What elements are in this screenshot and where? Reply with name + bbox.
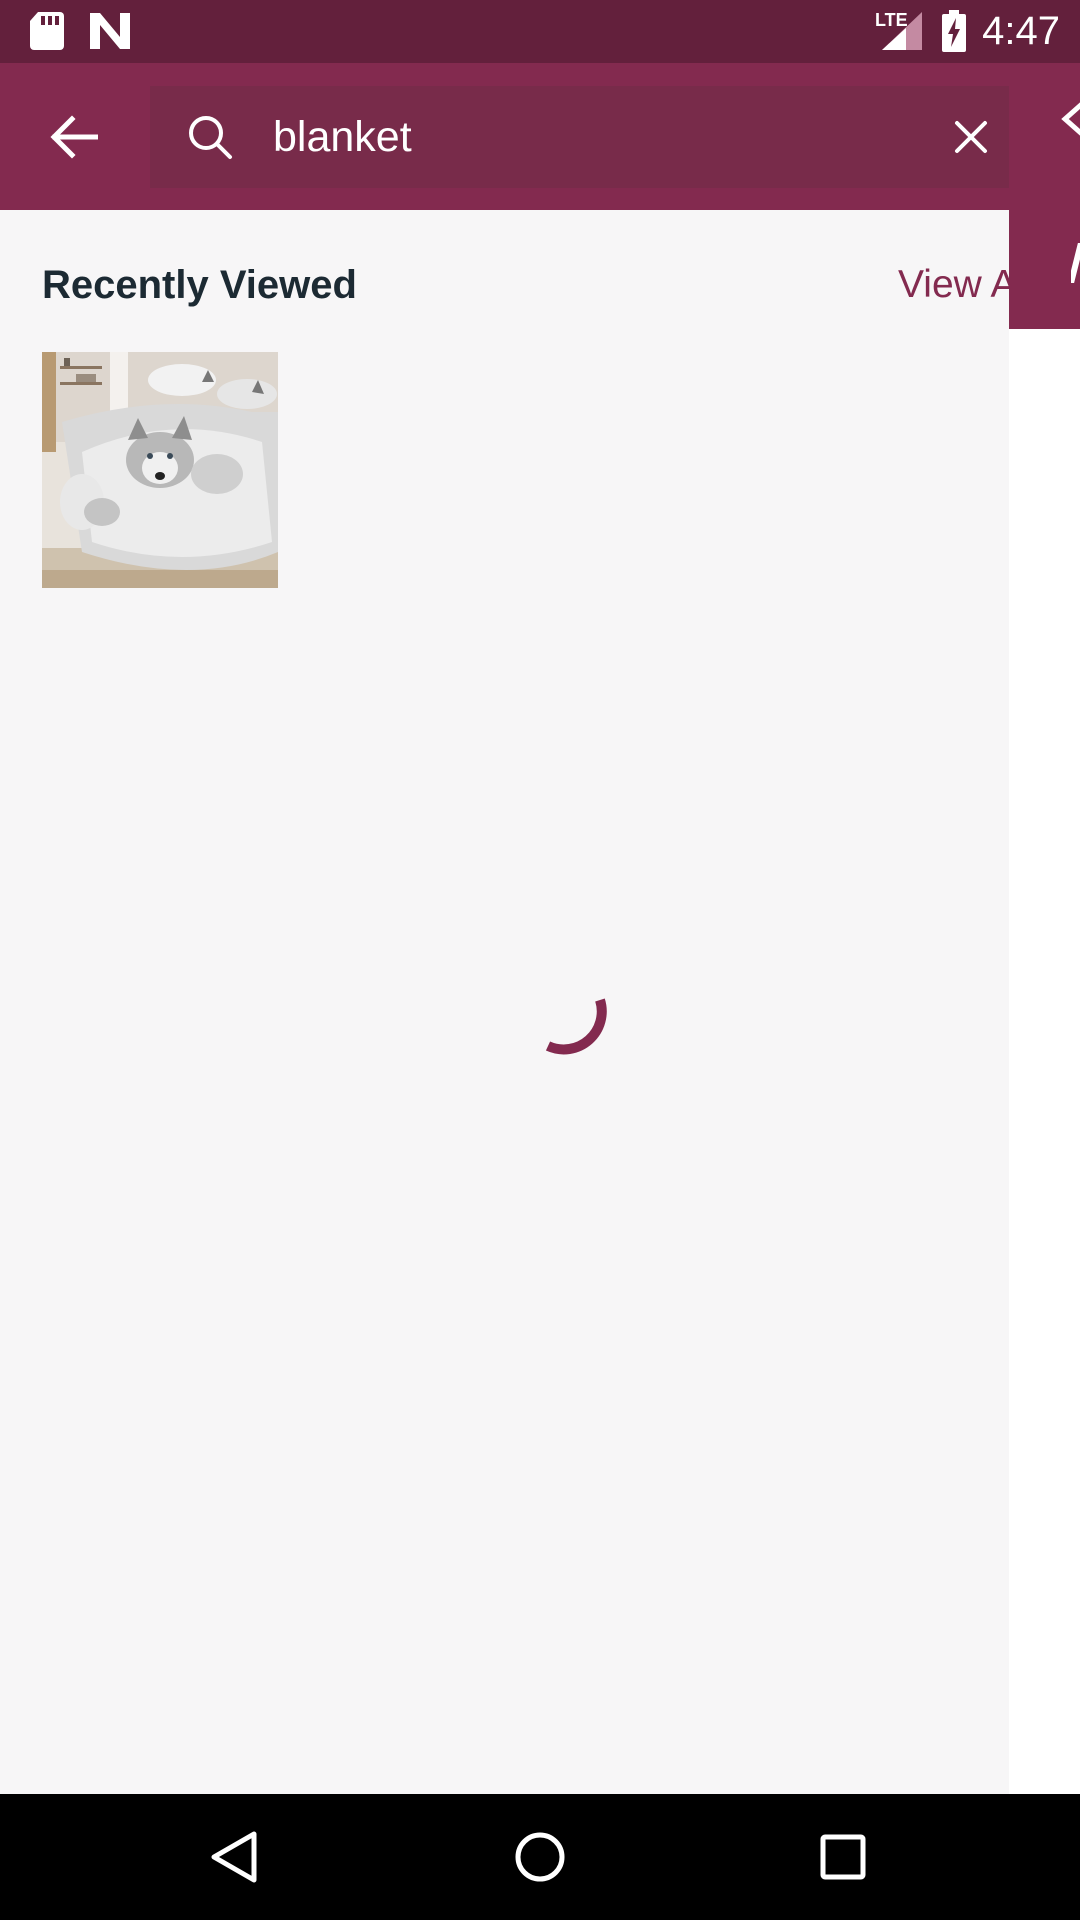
lte-signal-icon [882, 12, 922, 50]
close-icon [955, 121, 987, 153]
clock: 4:47 [982, 9, 1060, 53]
sliding-panel-edge [1009, 63, 1080, 1794]
arrow-left-icon [1061, 102, 1080, 136]
header-glyph-icon [1071, 243, 1080, 283]
back-button[interactable] [30, 93, 118, 181]
nav-recents-button[interactable] [808, 1822, 878, 1892]
n-logo-icon [90, 13, 130, 49]
clear-search-button[interactable] [940, 106, 1002, 168]
back-triangle-icon [211, 1831, 257, 1883]
search-input[interactable] [273, 86, 873, 188]
system-navigation-bar [0, 1794, 1080, 1920]
search-app-bar [0, 63, 1010, 210]
arrow-left-icon [50, 115, 98, 159]
sliding-panel-header [1009, 63, 1080, 329]
product-thumbnail [42, 352, 278, 588]
search-content: Recently Viewed View All [0, 210, 1010, 1794]
loading-spinner [545, 998, 607, 1055]
recently-viewed-item[interactable] [42, 352, 278, 588]
search-box [150, 86, 1010, 188]
status-bar: LTE 4:47 [0, 0, 1080, 63]
nav-back-button[interactable] [200, 1822, 270, 1892]
battery-charging-icon [942, 10, 966, 52]
nav-home-button[interactable] [505, 1822, 575, 1892]
sd-card-icon [30, 12, 64, 50]
spinner-arc [545, 998, 607, 1055]
section-title-recently-viewed: Recently Viewed [42, 263, 357, 307]
home-circle-icon [515, 1832, 565, 1882]
recents-square-icon [820, 1834, 866, 1880]
view-all-link[interactable]: View All [898, 263, 1010, 307]
search-icon [189, 116, 232, 159]
